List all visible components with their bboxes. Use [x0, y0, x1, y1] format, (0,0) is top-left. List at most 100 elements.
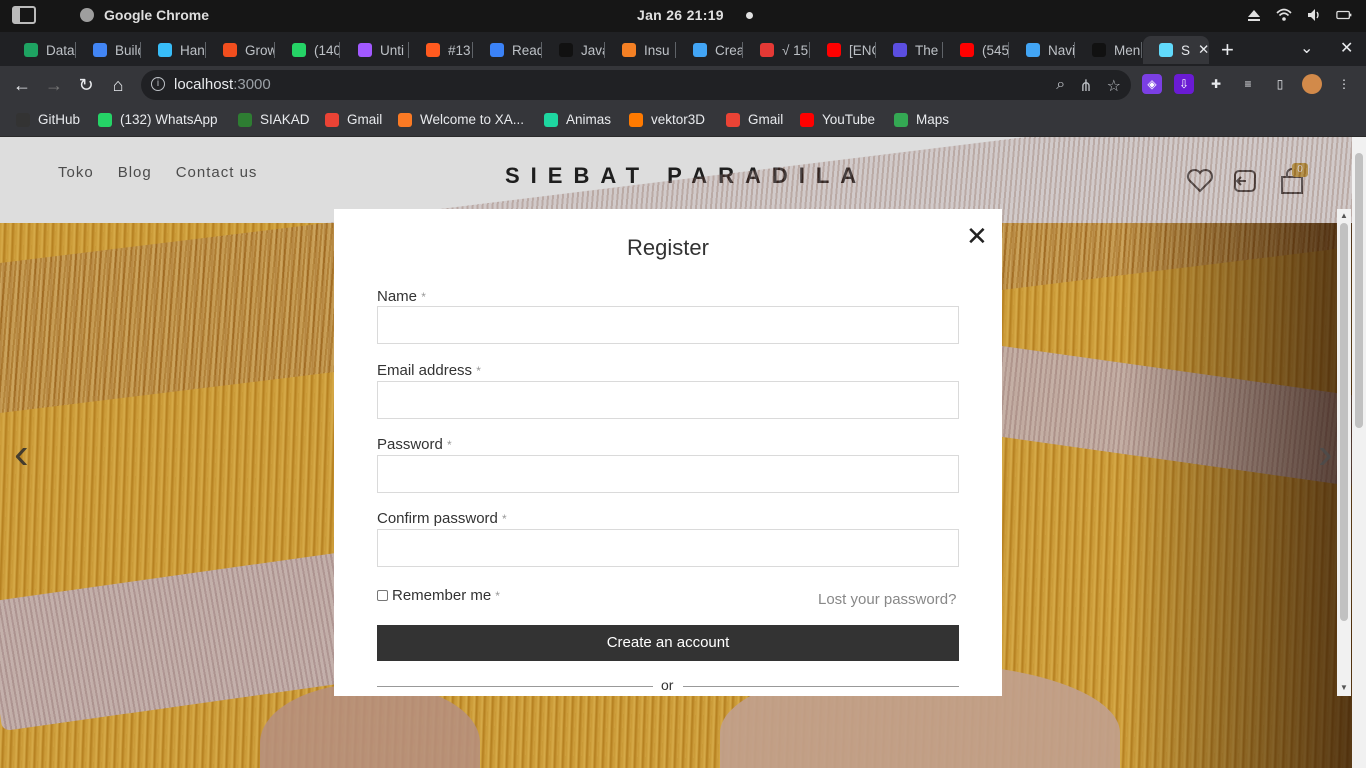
browser-tab[interactable]: √ 15 [744, 36, 810, 64]
url-text[interactable]: localhost:3000 [174, 76, 271, 93]
close-icon[interactable]: ✕ [966, 221, 988, 252]
tab-favicon-icon [1159, 43, 1173, 57]
zoom-icon[interactable]: ⌕ [1056, 76, 1065, 96]
bookmark-item[interactable]: (132) WhatsApp [98, 112, 218, 127]
browser-tab[interactable]: Navi [1010, 36, 1075, 64]
email-field[interactable] [377, 381, 959, 419]
browser-tab[interactable]: S ✕ [1143, 36, 1209, 64]
bookmark-item[interactable]: YouTube [800, 112, 875, 127]
tab-favicon-icon [827, 43, 841, 57]
browser-tab[interactable]: Unti [342, 36, 409, 64]
create-account-button[interactable]: Create an account [377, 625, 959, 661]
browser-tab[interactable]: Grow [207, 36, 275, 64]
tab-label: The [915, 42, 939, 58]
bookmark-item[interactable]: Animas [544, 112, 611, 127]
tab-separator [274, 42, 275, 58]
os-top-bar: Google Chrome Jan 26 21:19 [0, 0, 1366, 32]
browser-tab[interactable]: Read [474, 36, 542, 64]
battery-icon[interactable] [1336, 7, 1352, 23]
volume-icon[interactable] [1306, 7, 1322, 23]
tab-separator [541, 42, 542, 58]
wifi-icon[interactable] [1276, 7, 1292, 23]
tab-favicon-icon [292, 43, 306, 57]
reload-icon[interactable]: ↻ [76, 75, 96, 95]
browser-tab[interactable]: Hand [142, 36, 206, 64]
browser-tab[interactable]: (140 [276, 36, 340, 64]
activities-icon[interactable] [12, 6, 36, 24]
browser-tab[interactable]: #13 [410, 36, 473, 64]
confirm-password-field[interactable] [377, 529, 959, 567]
system-tray[interactable] [1246, 7, 1352, 23]
tab-separator [472, 42, 473, 58]
address-bar[interactable]: i localhost:3000 ⌕ ⋔ ☆ [141, 70, 1131, 100]
bookmark-item[interactable]: Gmail [325, 112, 382, 127]
modal-scrollbar-thumb[interactable] [1340, 223, 1348, 621]
name-field[interactable] [377, 306, 959, 344]
tab-label: Insu [644, 42, 670, 58]
os-app-indicator[interactable]: Google Chrome [12, 6, 209, 24]
tab-favicon-icon [223, 43, 237, 57]
password-field[interactable] [377, 455, 959, 493]
bookmark-item[interactable]: Welcome to XA... [398, 112, 524, 127]
tab-separator [140, 42, 141, 58]
eject-icon[interactable] [1246, 7, 1262, 23]
tab-separator [1141, 42, 1142, 58]
browser-tab[interactable]: (545 [944, 36, 1009, 64]
bookmark-item[interactable]: Gmail [726, 112, 783, 127]
download-extension-icon[interactable]: ⇩ [1174, 74, 1194, 94]
tab-favicon-icon [93, 43, 107, 57]
tab-favicon-icon [559, 43, 573, 57]
profile-avatar[interactable] [1302, 74, 1322, 94]
scroll-up-icon[interactable]: ▲ [1340, 211, 1348, 220]
divider-line [377, 686, 653, 687]
browser-tab[interactable]: Insu [606, 36, 676, 64]
media-controls-icon[interactable]: ≡ [1238, 74, 1258, 94]
remember-me-checkbox[interactable] [377, 590, 388, 601]
new-tab-button[interactable]: + [1221, 37, 1234, 63]
register-modal: Register ✕ Name * Email address * Passwo… [334, 209, 1002, 696]
tab-label: (140 [314, 42, 340, 58]
browser-tab[interactable]: Data [8, 36, 76, 64]
forward-icon[interactable]: → [44, 75, 64, 95]
bookmark-label: Welcome to XA... [420, 112, 525, 127]
bookmark-item[interactable]: vektor3D [629, 112, 705, 127]
browser-tab[interactable]: Men [1076, 36, 1142, 64]
site-info-icon[interactable]: i [151, 77, 165, 91]
os-clock[interactable]: Jan 26 21:19 [637, 7, 724, 23]
tab-search-icon[interactable]: ⌄ [1300, 38, 1313, 58]
home-icon[interactable]: ⌂ [108, 75, 128, 95]
tab-close-icon[interactable]: ✕ [1198, 42, 1209, 58]
extension-icon[interactable]: ◈ [1142, 74, 1162, 94]
modal-scrollbar[interactable]: ▲ ▼ [1337, 209, 1351, 696]
bookmark-item[interactable]: GitHub [16, 112, 80, 127]
browser-tab[interactable]: Build [77, 36, 141, 64]
bookmark-star-icon[interactable]: ☆ [1107, 76, 1121, 96]
puzzle-extensions-icon[interactable]: ✚ [1206, 74, 1226, 94]
page-scrollbar-thumb[interactable] [1355, 153, 1363, 428]
tab-separator [339, 42, 340, 58]
email-label: Email address * [377, 362, 481, 379]
bookmark-label: SIAKAD [260, 112, 310, 127]
side-panel-icon[interactable]: ▯ [1270, 74, 1290, 94]
browser-tab[interactable]: [ENG [811, 36, 876, 64]
bookmark-favicon-icon [325, 112, 339, 127]
share-icon[interactable]: ⋔ [1079, 76, 1092, 96]
tab-favicon-icon [490, 43, 504, 57]
tab-label: (545 [982, 42, 1009, 58]
scroll-down-icon[interactable]: ▼ [1340, 683, 1348, 692]
page-scrollbar[interactable] [1352, 137, 1366, 768]
bookmark-item[interactable]: Maps [894, 112, 949, 127]
tab-label: Data [46, 42, 75, 58]
back-icon[interactable]: ← [12, 75, 32, 95]
bookmark-item[interactable]: SIAKAD [238, 112, 310, 127]
browser-tab[interactable]: Crea [677, 36, 743, 64]
browser-tab[interactable]: Java [543, 36, 605, 64]
tab-favicon-icon [358, 43, 372, 57]
lost-password-link[interactable]: Lost your password? [818, 591, 956, 608]
menu-icon[interactable]: ⋮ [1334, 74, 1354, 94]
close-window-icon[interactable]: ✕ [1340, 38, 1353, 58]
tab-favicon-icon [960, 43, 974, 57]
tab-separator [408, 42, 409, 58]
browser-tab[interactable]: The [877, 36, 943, 64]
remember-me[interactable]: Remember me * [377, 587, 500, 604]
